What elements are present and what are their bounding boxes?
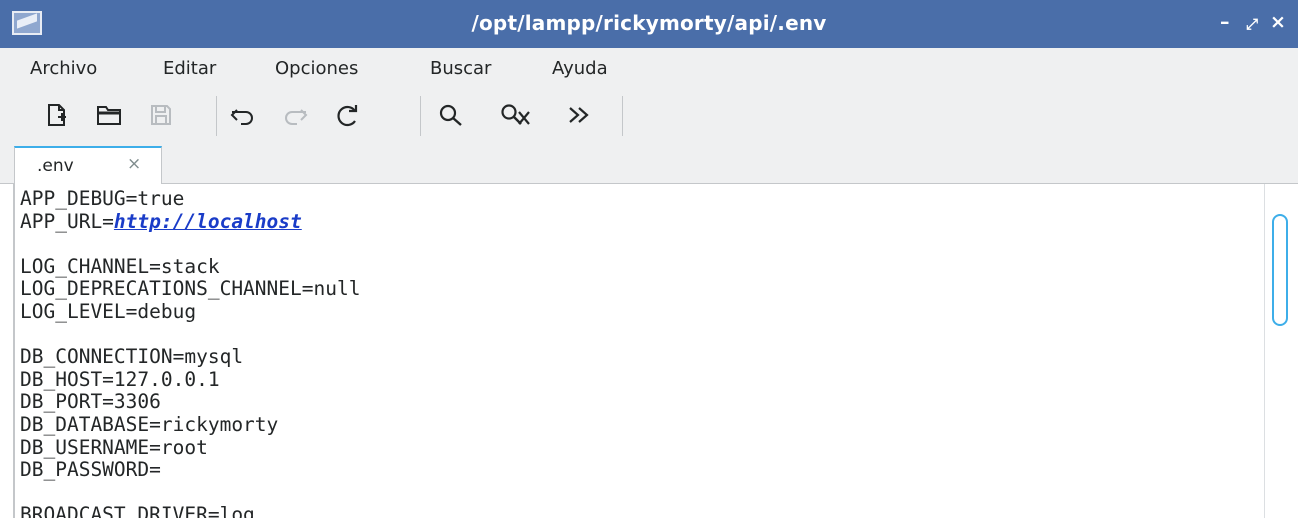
redo-icon[interactable]	[278, 98, 312, 132]
code-line-prefix: APP_URL=	[20, 209, 114, 233]
find-replace-icon[interactable]	[498, 98, 532, 132]
save-icon[interactable]	[144, 98, 178, 132]
new-file-icon[interactable]	[40, 98, 74, 132]
url-link[interactable]: http://localhost	[114, 210, 302, 233]
menu-buscar[interactable]: Buscar	[430, 58, 491, 79]
code-line: DB_PASSWORD=	[20, 458, 161, 482]
maximize-button[interactable]: ⤢	[1246, 14, 1258, 34]
code-line: LOG_LEVEL=debug	[20, 299, 197, 323]
close-icon[interactable]: ×	[127, 154, 141, 174]
title-bar: /opt/lampp/rickymorty/api/.env – ⤢ ×	[0, 0, 1298, 48]
code-line: LOG_DEPRECATIONS_CHANNEL=null	[20, 277, 361, 301]
text-editor[interactable]: APP_DEBUG=true APP_URL=http://localhost LO…	[0, 184, 1298, 518]
scrollbar-thumb[interactable]	[1272, 214, 1288, 326]
menu-archivo[interactable]: Archivo	[30, 58, 97, 79]
toolbar	[0, 88, 1298, 142]
reload-icon[interactable]	[330, 98, 364, 132]
code-line: DB_CONNECTION=mysql	[20, 345, 244, 369]
code-line: APP_DEBUG=true	[20, 188, 185, 210]
code-line: BROADCAST_DRIVER=log	[20, 503, 255, 518]
tab-bar: .env ×	[0, 142, 1298, 185]
menu-bar: Archivo Editar Opciones Buscar Ayuda	[0, 48, 1298, 88]
chevron-double-right-icon[interactable]	[562, 98, 596, 132]
menu-ayuda[interactable]: Ayuda	[552, 58, 608, 79]
code-line: DB_USERNAME=root	[20, 435, 208, 459]
window-title: /opt/lampp/rickymorty/api/.env	[471, 11, 827, 35]
search-icon[interactable]	[434, 98, 468, 132]
code-line: DB_DATABASE=rickymorty	[20, 412, 279, 436]
minimize-button[interactable]: –	[1220, 12, 1230, 32]
scrollbar-track[interactable]	[1264, 184, 1265, 518]
code-line: DB_PORT=3306	[20, 390, 161, 414]
undo-icon[interactable]	[226, 98, 260, 132]
code-line: DB_HOST=127.0.0.1	[20, 367, 220, 391]
code-area[interactable]: APP_DEBUG=true APP_URL=http://localhost LO…	[20, 188, 1256, 518]
open-folder-icon[interactable]	[92, 98, 126, 132]
close-button[interactable]: ×	[1270, 12, 1286, 32]
code-line: LOG_CHANNEL=stack	[20, 254, 220, 278]
tab-label: .env	[37, 156, 74, 176]
tab-env[interactable]: .env ×	[14, 146, 162, 185]
code-line: APP_URL=http://localhost	[20, 209, 1256, 234]
menu-opciones[interactable]: Opciones	[275, 58, 358, 79]
menu-editar[interactable]: Editar	[163, 58, 216, 79]
